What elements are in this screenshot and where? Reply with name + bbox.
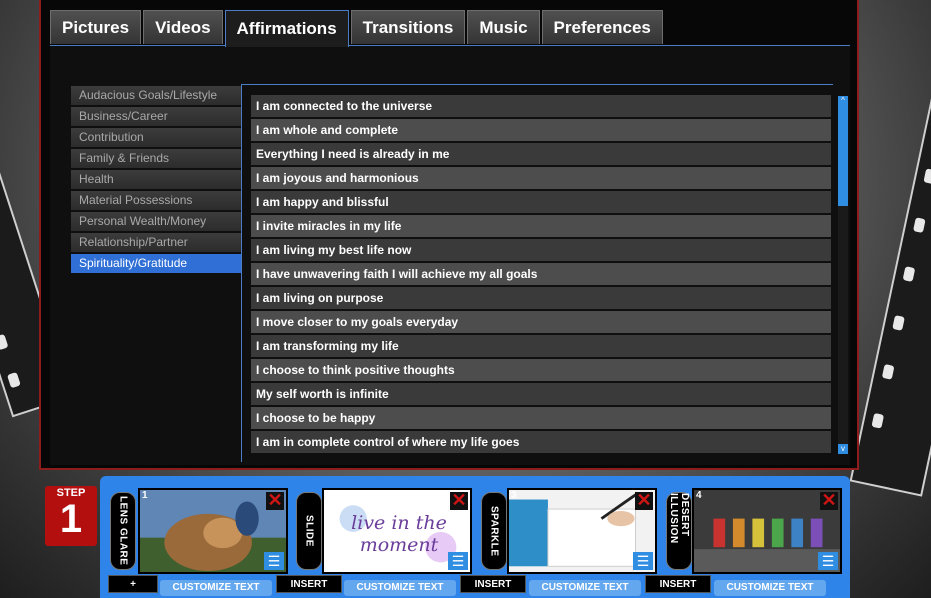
scroll-up-button[interactable]: ^ — [838, 96, 848, 106]
slot-menu-icon[interactable]: ☰ — [818, 552, 838, 570]
slot-number: 1 — [142, 490, 148, 501]
affirmation-item[interactable]: I have unwavering faith I will achieve m… — [251, 263, 831, 285]
list-scrollbar[interactable]: ^ v — [838, 96, 848, 454]
remove-slot-icon[interactable]: ✕ — [450, 491, 468, 510]
remove-slot-icon[interactable]: ✕ — [266, 491, 284, 510]
affirmation-item[interactable]: I am transforming my life — [251, 335, 831, 357]
insert-button-3[interactable]: INSERT — [645, 575, 711, 593]
scroll-thumb[interactable] — [838, 106, 848, 206]
slot-number: 4 — [696, 490, 702, 501]
affirmation-item[interactable]: I am joyous and harmonious — [251, 167, 831, 189]
timeline-slot-2[interactable]: live in the moment 2 ✕ ☰ — [322, 488, 472, 574]
tab-transitions[interactable]: Transitions — [350, 10, 466, 44]
transition-slide[interactable]: SLIDE — [296, 492, 322, 570]
transition-label: SPARKLE — [488, 505, 500, 557]
timeline-slot-4[interactable]: 4 ✕ ☰ — [692, 488, 842, 574]
remove-slot-icon[interactable]: ✕ — [820, 491, 838, 510]
affirmation-item[interactable]: I invite miracles in my life — [251, 215, 831, 237]
affirmation-item[interactable]: I am whole and complete — [251, 119, 831, 141]
slot-menu-icon[interactable]: ☰ — [264, 552, 284, 570]
category-item-business-career[interactable]: Business/Career — [71, 107, 241, 126]
step-badge: STEP 1 — [45, 486, 97, 546]
affirmation-item[interactable]: My self worth is infinite — [251, 383, 831, 405]
transition-desert-illusion[interactable]: DESERT ILLUSION — [666, 492, 692, 570]
category-item-health[interactable]: Health — [71, 170, 241, 189]
customize-text-button-2[interactable]: CUSTOMIZE TEXT — [344, 580, 456, 596]
slot-number: 3 — [511, 490, 517, 501]
tab-affirmations[interactable]: Affirmations — [224, 10, 349, 47]
scroll-down-button[interactable]: v — [838, 444, 848, 454]
category-list: Audacious Goals/Lifestyle Business/Caree… — [71, 86, 241, 275]
transition-label: SLIDE — [303, 515, 315, 547]
category-item-material-possessions[interactable]: Material Possessions — [71, 191, 241, 210]
transition-sparkle[interactable]: SPARKLE — [481, 492, 507, 570]
tab-preferences[interactable]: Preferences — [541, 10, 663, 44]
transition-label: LENS GLARE — [117, 496, 129, 566]
category-item-relationship[interactable]: Relationship/Partner — [71, 233, 241, 252]
customize-text-button-4[interactable]: CUSTOMIZE TEXT — [714, 580, 826, 596]
affirmation-item[interactable]: I am living on purpose — [251, 287, 831, 309]
slot-menu-icon[interactable]: ☰ — [633, 552, 653, 570]
add-slot-button[interactable]: + — [108, 575, 158, 593]
affirmation-list: I am connected to the universe I am whol… — [251, 95, 831, 455]
affirmation-item[interactable]: I choose to think positive thoughts — [251, 359, 831, 381]
tab-bar: Pictures Videos Affirmations Transitions… — [50, 10, 665, 47]
category-item-family-friends[interactable]: Family & Friends — [71, 149, 241, 168]
timeline-slot-3[interactable]: 3 ✕ ☰ — [507, 488, 657, 574]
category-item-personal-wealth[interactable]: Personal Wealth/Money — [71, 212, 241, 231]
media-library-panel: Pictures Videos Affirmations Transitions… — [39, 0, 859, 470]
insert-button-1[interactable]: INSERT — [276, 575, 342, 593]
tab-music[interactable]: Music — [467, 10, 540, 44]
timeline-slot-1[interactable]: 1 ✕ ☰ — [138, 488, 288, 574]
transition-lens-glare[interactable]: LENS GLARE — [110, 492, 136, 570]
insert-button-2[interactable]: INSERT — [460, 575, 526, 593]
film-strip-decor-right — [849, 27, 931, 497]
affirmation-item[interactable]: I am happy and blissful — [251, 191, 831, 213]
affirmation-item[interactable]: I am in complete control of where my lif… — [251, 431, 831, 453]
affirmation-item[interactable]: I am connected to the universe — [251, 95, 831, 117]
category-item-audacious-goals[interactable]: Audacious Goals/Lifestyle — [71, 86, 241, 105]
affirmation-item[interactable]: I move closer to my goals everyday — [251, 311, 831, 333]
transition-label: DESERT ILLUSION — [668, 493, 690, 544]
timeline-strip: LENS GLARE 1 ✕ ☰ SLIDE live in the momen… — [100, 476, 850, 598]
category-item-spirituality[interactable]: Spirituality/Gratitude — [71, 254, 241, 273]
remove-slot-icon[interactable]: ✕ — [635, 491, 653, 510]
customize-text-button-3[interactable]: CUSTOMIZE TEXT — [529, 580, 641, 596]
category-item-contribution[interactable]: Contribution — [71, 128, 241, 147]
customize-text-button-1[interactable]: CUSTOMIZE TEXT — [160, 580, 272, 596]
affirmation-item[interactable]: I am living my best life now — [251, 239, 831, 261]
affirmation-item[interactable]: I choose to be happy — [251, 407, 831, 429]
slot-menu-icon[interactable]: ☰ — [448, 552, 468, 570]
slot-quote-text: live in the moment — [351, 512, 447, 556]
step-number: 1 — [59, 497, 83, 541]
slot-number: 2 — [326, 490, 332, 501]
tab-videos[interactable]: Videos — [143, 10, 223, 44]
affirmation-item[interactable]: Everything I need is already in me — [251, 143, 831, 165]
tab-pictures[interactable]: Pictures — [50, 10, 142, 44]
